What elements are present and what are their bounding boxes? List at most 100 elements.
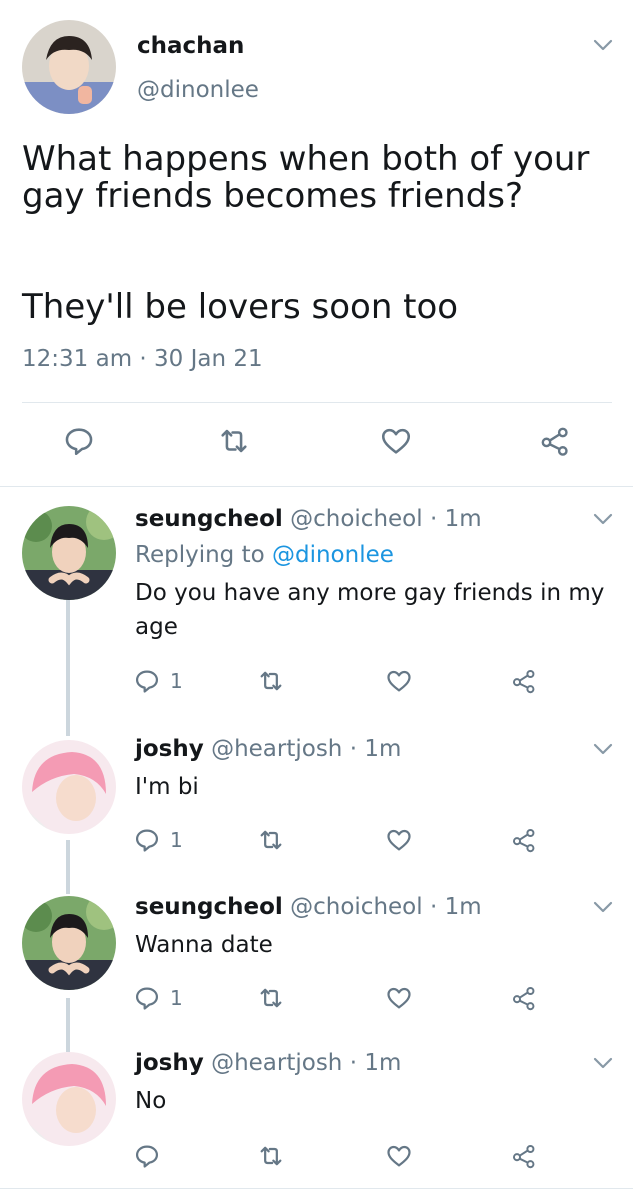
reply-header: joshy @heartjosh · 1m	[135, 736, 401, 762]
share-icon	[509, 984, 539, 1012]
retweet-icon	[216, 424, 252, 458]
reply-tweet: joshy @heartjosh · 1m No	[0, 1044, 633, 1200]
thread-line	[66, 840, 70, 886]
retweet-button[interactable]	[256, 667, 286, 695]
avatar[interactable]	[22, 740, 116, 834]
reply-count: 1	[170, 986, 183, 1010]
replying-to-label: Replying to	[135, 542, 272, 568]
relative-time: · 1m	[429, 894, 482, 920]
chevron-down-icon[interactable]	[593, 900, 613, 914]
thread-line	[66, 998, 70, 1044]
share-button[interactable]	[509, 826, 539, 854]
reply-button[interactable]: 1	[133, 826, 183, 854]
display-name[interactable]: seungcheol	[135, 894, 283, 920]
username[interactable]: @choicheol	[290, 506, 423, 532]
reply-button[interactable]	[62, 424, 96, 458]
share-button[interactable]	[509, 667, 539, 695]
thread-line	[66, 728, 70, 736]
username[interactable]: @heartjosh	[211, 1050, 342, 1076]
display-name[interactable]: seungcheol	[135, 506, 283, 532]
reply-text: Do you have any more gay friends in my a…	[135, 576, 605, 644]
retweet-button[interactable]	[256, 826, 286, 854]
share-icon	[509, 1142, 539, 1170]
chevron-down-icon[interactable]	[593, 742, 613, 756]
reply-icon	[133, 1142, 161, 1170]
like-icon	[385, 984, 413, 1012]
like-icon	[385, 826, 413, 854]
main-tweet: chachan @dinonlee What happens when both…	[0, 0, 633, 488]
retweet-icon	[256, 1142, 286, 1170]
chevron-down-icon[interactable]	[593, 38, 613, 52]
relative-time: · 1m	[349, 1050, 402, 1076]
reply-text-content: Wanna date	[135, 932, 273, 958]
display-name[interactable]: chachan	[137, 33, 244, 59]
username[interactable]: @heartjosh	[211, 736, 342, 762]
reply-count: 1	[170, 828, 183, 852]
divider	[0, 1188, 633, 1189]
share-button[interactable]	[509, 984, 539, 1012]
reply-icon	[133, 984, 161, 1012]
avatar[interactable]	[22, 896, 116, 990]
reply-header: seungcheol @choicheol · 1m	[135, 894, 482, 920]
share-icon	[509, 667, 539, 695]
retweet-button[interactable]	[256, 984, 286, 1012]
reply-count: 1	[170, 669, 183, 693]
tweet-text: What happens when both of your gay frien…	[22, 141, 612, 326]
retweet-button[interactable]	[256, 1142, 286, 1170]
like-button[interactable]	[385, 1142, 413, 1170]
reply-button[interactable]	[133, 1142, 161, 1170]
reply-tweet: joshy @heartjosh · 1m I'm bi 1	[0, 728, 633, 886]
reply-text: I'm bi	[135, 770, 605, 804]
reply-text: Wanna date	[135, 928, 605, 962]
share-icon	[509, 826, 539, 854]
thread-line	[66, 886, 70, 894]
relative-time: · 1m	[429, 506, 482, 532]
display-name[interactable]: joshy	[135, 1050, 204, 1076]
share-button[interactable]	[509, 1142, 539, 1170]
reply-text-content: No	[135, 1088, 167, 1114]
timestamp[interactable]: 12:31 am · 30 Jan 21	[22, 346, 263, 372]
reply-header: seungcheol @choicheol · 1m	[135, 506, 482, 532]
reply-tweet: seungcheol @choicheol · 1m Replying to @…	[0, 488, 633, 728]
retweet-icon	[256, 984, 286, 1012]
divider	[0, 486, 633, 487]
divider	[22, 402, 612, 403]
retweet-button[interactable]	[216, 424, 252, 458]
username[interactable]: @dinonlee	[137, 77, 259, 103]
reply-button[interactable]: 1	[133, 984, 183, 1012]
like-icon	[379, 424, 413, 458]
reply-header: joshy @heartjosh · 1m	[135, 1050, 401, 1076]
avatar[interactable]	[22, 1052, 116, 1146]
chevron-down-icon[interactable]	[593, 512, 613, 526]
share-icon	[537, 424, 573, 458]
reply-text: No	[135, 1084, 605, 1118]
replying-to: Replying to @dinonlee	[135, 542, 394, 568]
chevron-down-icon[interactable]	[593, 1056, 613, 1070]
share-button[interactable]	[537, 424, 573, 458]
username[interactable]: @choicheol	[290, 894, 423, 920]
like-button[interactable]	[379, 424, 413, 458]
reply-icon	[133, 826, 161, 854]
avatar[interactable]	[22, 506, 116, 600]
like-icon	[385, 1142, 413, 1170]
reply-tweet: seungcheol @choicheol · 1m Wanna date 1	[0, 886, 633, 1044]
mention-link[interactable]: @dinonlee	[272, 542, 394, 568]
avatar[interactable]	[22, 20, 116, 114]
like-button[interactable]	[385, 826, 413, 854]
tweet-text-line: What happens when both of your gay frien…	[22, 139, 601, 216]
reply-icon	[133, 667, 161, 695]
reply-icon	[62, 424, 96, 458]
retweet-icon	[256, 826, 286, 854]
reply-button[interactable]: 1	[133, 667, 183, 695]
reply-text-content: I'm bi	[135, 774, 199, 800]
like-button[interactable]	[385, 984, 413, 1012]
thread-line	[66, 1044, 70, 1052]
retweet-icon	[256, 667, 286, 695]
tweet-text-line: They'll be lovers soon too	[22, 287, 459, 327]
relative-time: · 1m	[349, 736, 402, 762]
thread-line	[66, 596, 70, 728]
like-button[interactable]	[385, 667, 413, 695]
display-name[interactable]: joshy	[135, 736, 204, 762]
reply-text-content: Do you have any more gay friends in my a…	[135, 580, 605, 640]
like-icon	[385, 667, 413, 695]
